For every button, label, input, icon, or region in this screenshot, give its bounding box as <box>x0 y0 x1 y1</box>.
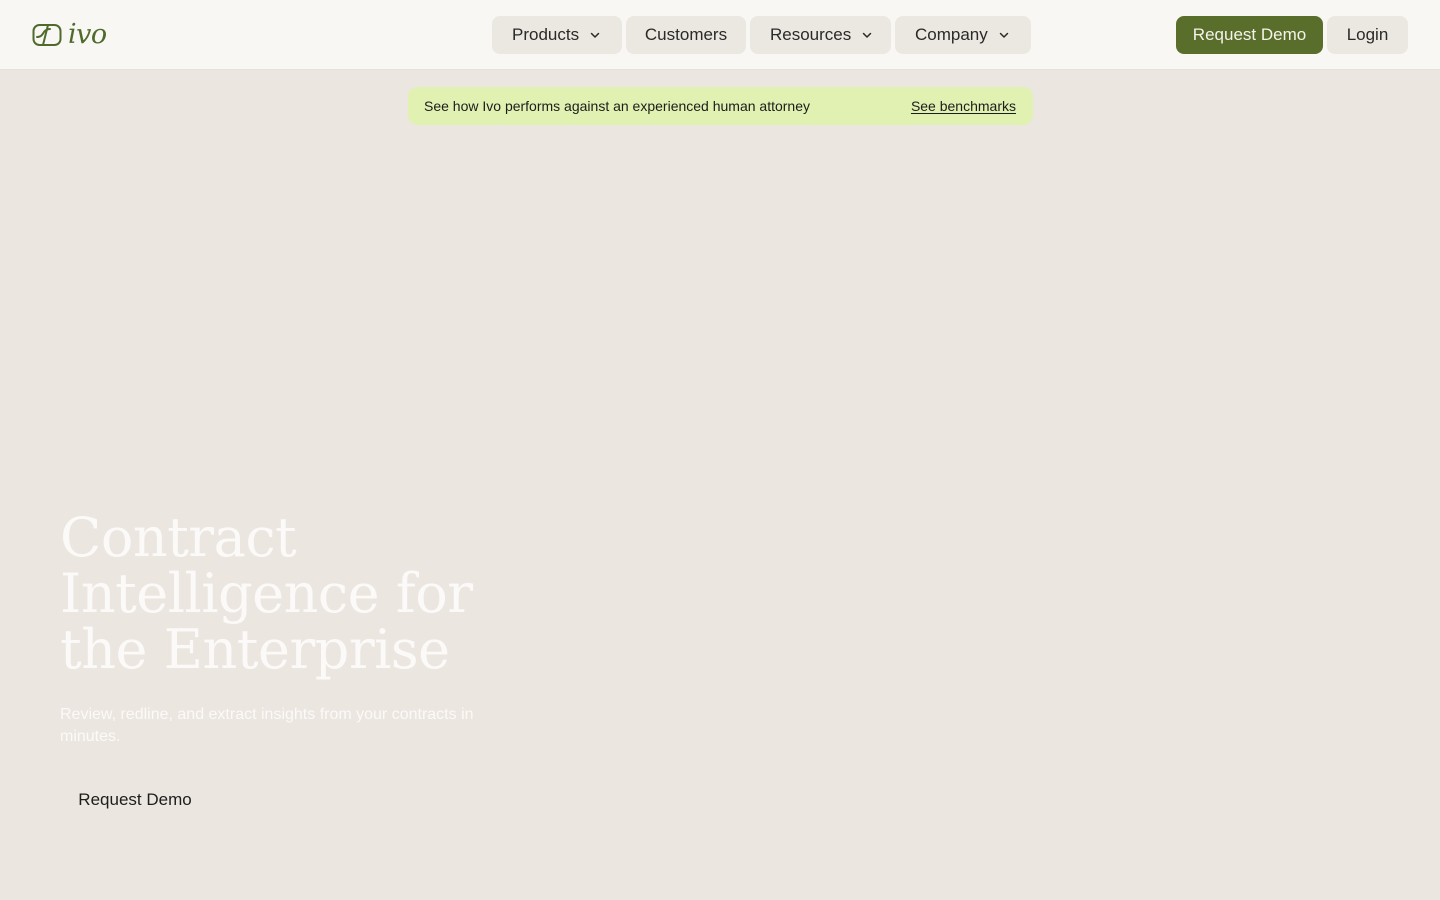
nav-item-label: Company <box>915 25 988 44</box>
ivo-logo-icon <box>32 24 62 46</box>
announcement-banner: See how Ivo performs against an experien… <box>408 87 1033 125</box>
nav-item-resources[interactable]: Resources <box>750 16 891 54</box>
hero-subtitle: Review, redline, and extract insights fr… <box>60 706 474 745</box>
chevron-down-icon <box>999 32 1009 38</box>
see-benchmarks-link[interactable]: See benchmarks <box>911 98 1016 114</box>
nav-item-customers[interactable]: Customers <box>626 16 746 54</box>
nav-item-products[interactable]: Products <box>492 16 622 54</box>
main-nav: Products Customers Resources Company <box>492 16 1031 54</box>
chevron-down-icon <box>590 32 600 38</box>
nav-item-label: Resources <box>770 25 852 44</box>
hero-request-demo-button[interactable]: Request Demo <box>60 780 210 820</box>
site-header: ivo Products Customers Resources Company… <box>0 0 1440 70</box>
chevron-down-icon <box>863 32 872 38</box>
nav-item-label: Products <box>512 25 580 44</box>
login-button[interactable]: Login <box>1327 16 1408 54</box>
hero-title: Contract Intelligence for the Enterprise <box>60 506 473 681</box>
logo-wordmark: ivo <box>68 19 107 50</box>
ivo-logo[interactable]: ivo <box>32 20 107 50</box>
request-demo-button[interactable]: Request Demo <box>1176 16 1323 54</box>
nav-item-label: Customers <box>644 25 728 44</box>
announcement-text: See how Ivo performs against an experien… <box>424 98 811 114</box>
nav-item-company[interactable]: Company <box>895 16 1031 54</box>
